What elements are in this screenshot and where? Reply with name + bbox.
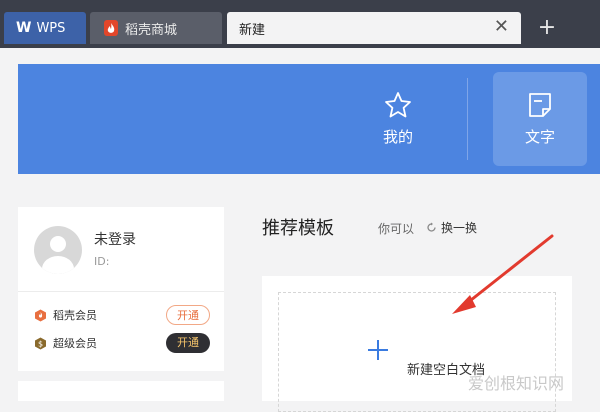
watermark: 爱创根知识网 xyxy=(468,374,565,393)
annotation-arrow-icon xyxy=(452,234,554,314)
